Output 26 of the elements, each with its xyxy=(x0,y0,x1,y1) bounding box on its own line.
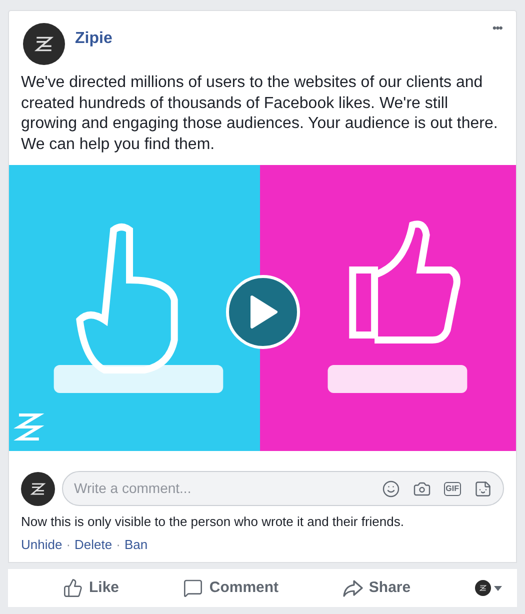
camera-icon[interactable] xyxy=(412,480,431,498)
moderation-link[interactable]: Unhide xyxy=(21,534,62,554)
post-text: We've directed millions of users to the websites of our clients and created hundreds of thousands of Facebook likes. We're still growing and engaging those audiences. Your audience is out there. We can help you find them. xyxy=(20,73,499,154)
page-avatar xyxy=(23,23,65,65)
separator-dot: · xyxy=(66,536,71,554)
caret-icon xyxy=(494,586,502,590)
sticker-icon[interactable] xyxy=(474,480,492,498)
selector-avatar xyxy=(474,580,491,596)
gif-button[interactable]: GIF xyxy=(444,482,461,496)
commenter-avatar xyxy=(21,472,55,506)
author-link[interactable]: Zipie xyxy=(75,27,112,51)
moderation-link[interactable]: Delete xyxy=(74,534,112,554)
audience-selector[interactable] xyxy=(474,580,502,596)
play-icon xyxy=(248,295,278,329)
separator-dot: · xyxy=(116,536,120,554)
speech-bubble-icon xyxy=(183,578,204,598)
emoji-icon[interactable] xyxy=(382,480,400,498)
action-button[interactable]: Like xyxy=(63,576,120,600)
more-options-button[interactable]: ••• xyxy=(492,19,502,37)
action-button[interactable]: Comment xyxy=(183,576,279,600)
thumbs-up-icon xyxy=(63,578,83,598)
comment-field[interactable]: Write a comment... GIF xyxy=(62,471,504,506)
visibility-notice: Now this is only visible to the person who wrote it and their friends. xyxy=(21,513,405,531)
moderation-link[interactable]: Ban xyxy=(124,534,148,554)
share-arrow-icon xyxy=(342,580,363,596)
action-button[interactable]: Share xyxy=(342,576,411,600)
